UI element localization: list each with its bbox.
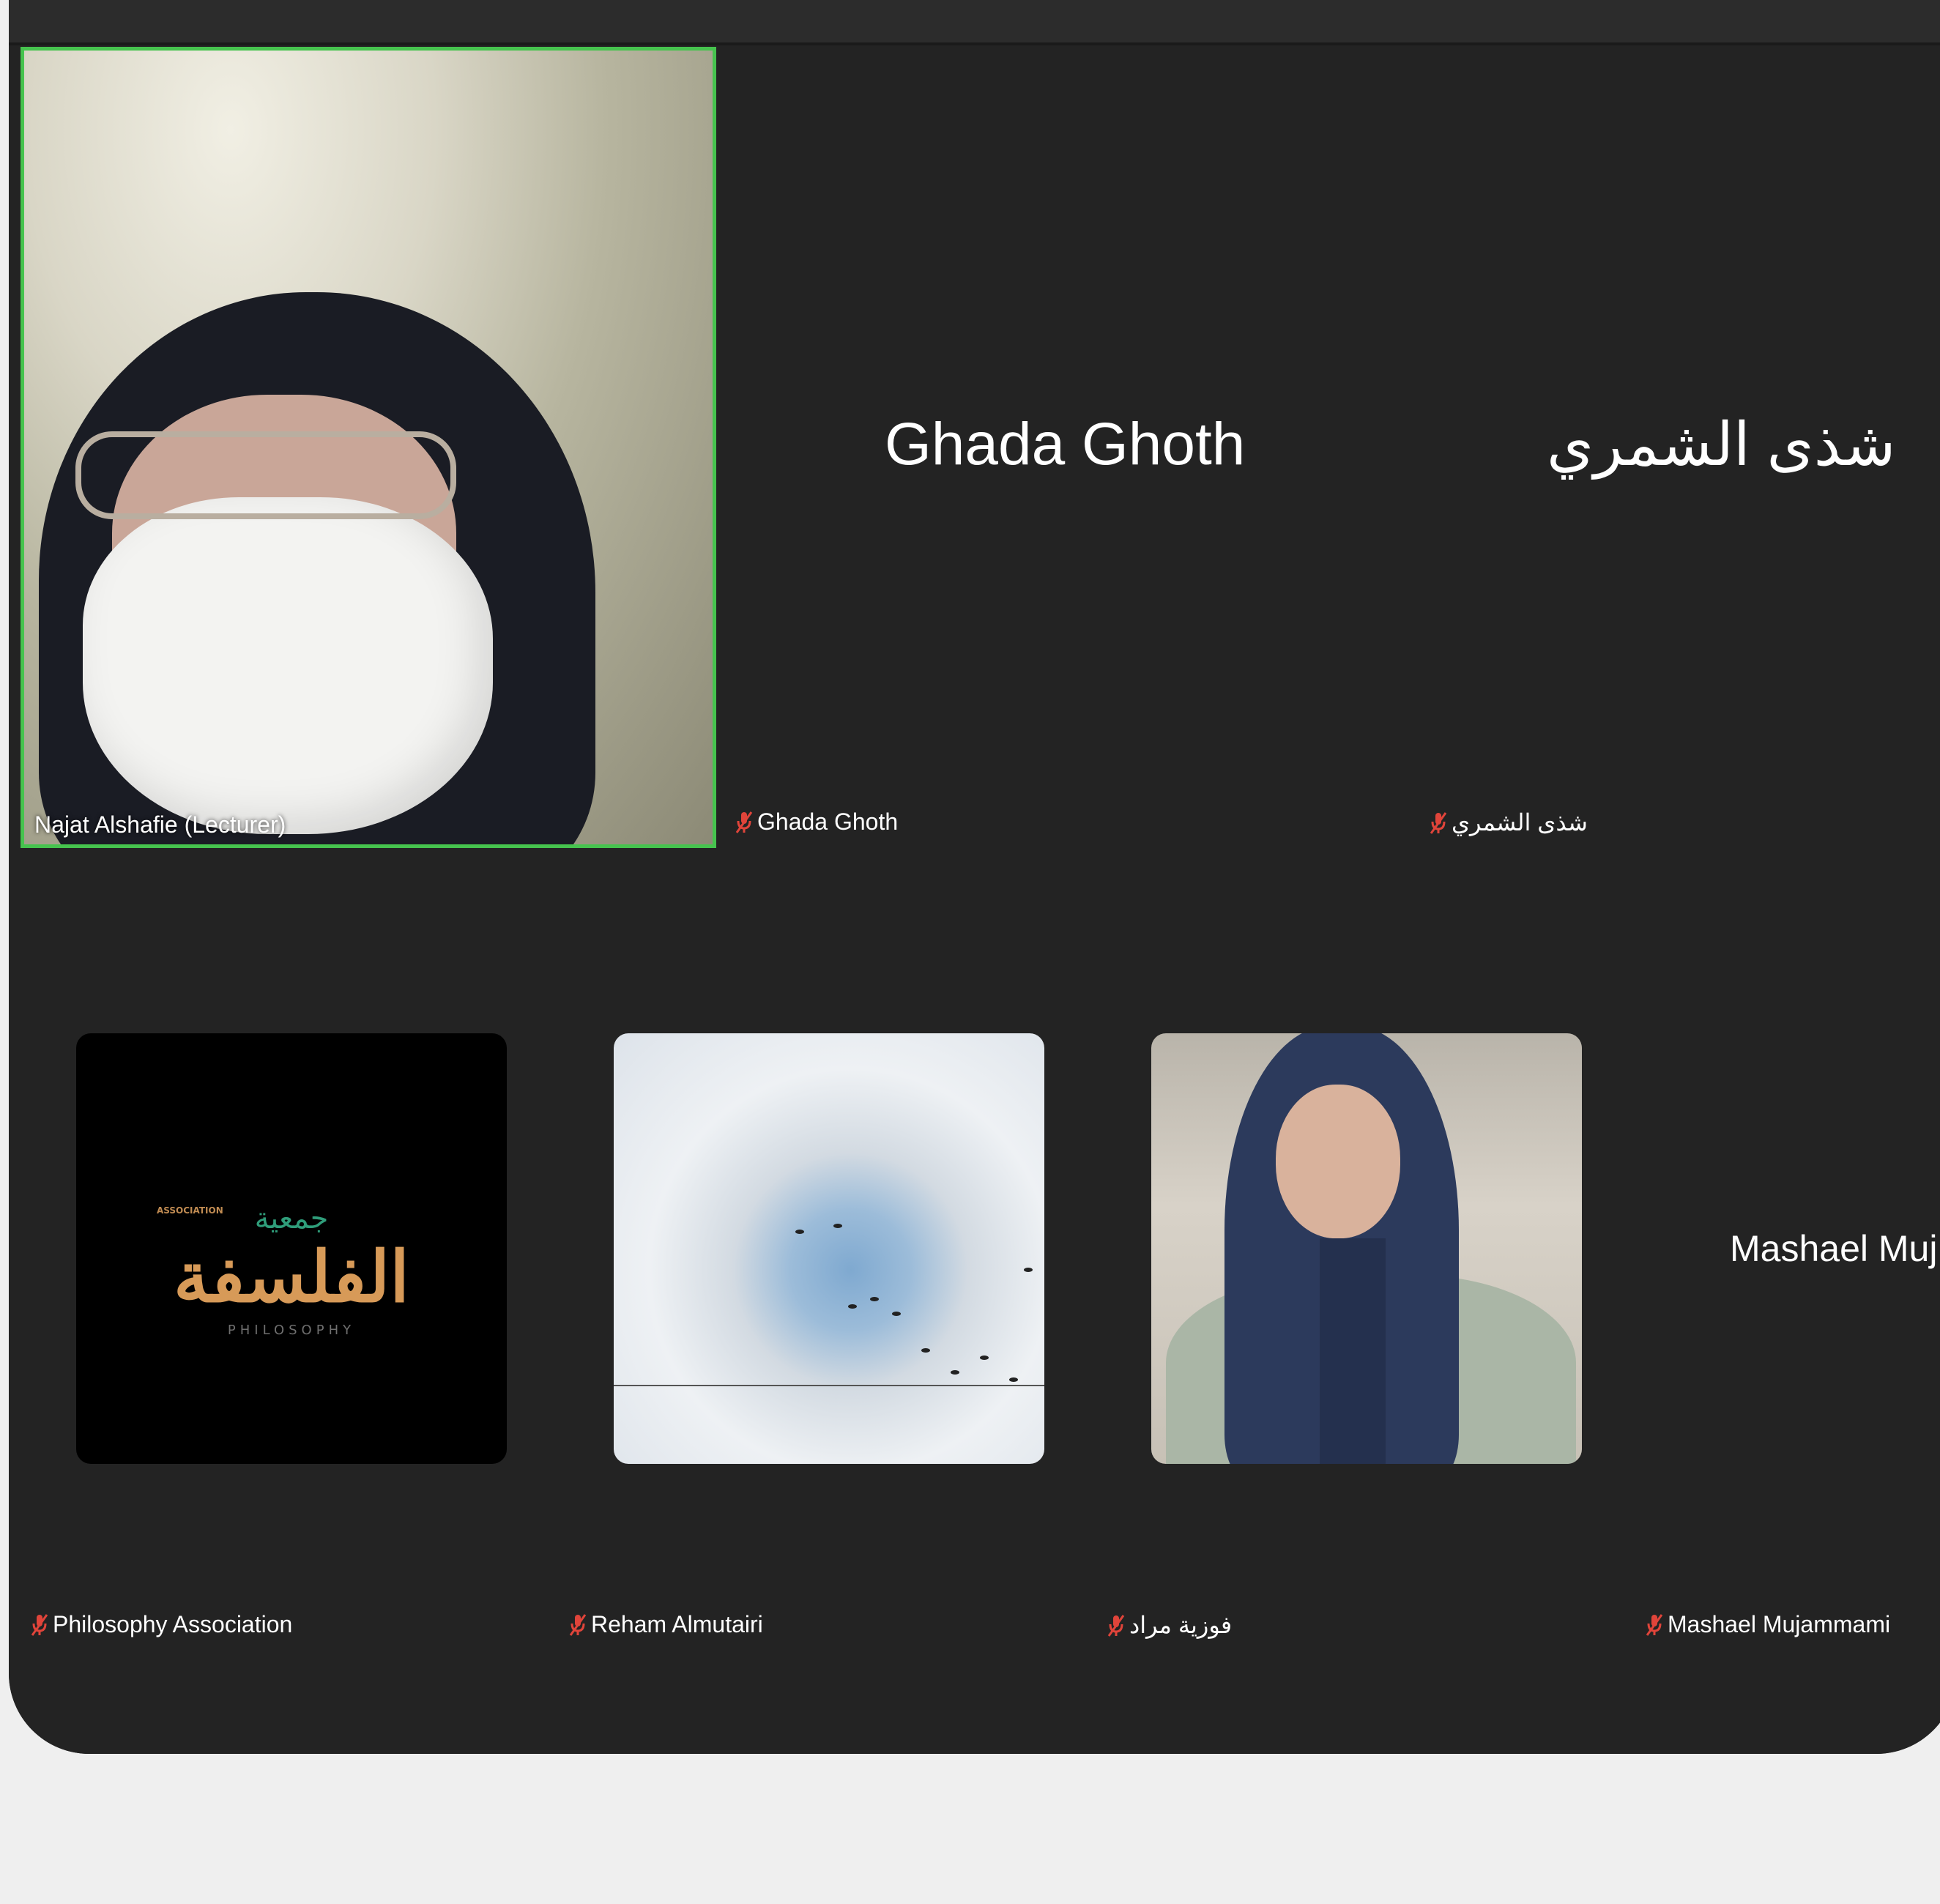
- logo-sub-text: PHILOSOPHY: [227, 1323, 356, 1338]
- bird-shape: [870, 1297, 879, 1301]
- microphone-muted-icon: [1107, 1614, 1125, 1637]
- bird-shape: [921, 1348, 930, 1353]
- participant-display-name: شذى الشمري: [1547, 412, 1896, 478]
- participant-tile-speaker[interactable]: Najat Alshafie (Lecturer): [21, 47, 716, 848]
- meeting-window: Najat Alshafie (Lecturer) Ghada Ghoth Gh…: [9, 0, 1940, 1754]
- participant-name-text: Mashael Mujammami: [1668, 1611, 1891, 1637]
- participant-name-label: Mashael Mujammami: [1646, 1611, 1890, 1638]
- bird-shape: [848, 1304, 857, 1309]
- logo-top-text: جمعية: [254, 1202, 329, 1235]
- microphone-muted-icon: [569, 1613, 587, 1637]
- participant-display-name: Ghada Ghoth: [885, 411, 1246, 477]
- photo-scarf-front: [1320, 1238, 1386, 1464]
- participant-avatar-reham[interactable]: [614, 1033, 1044, 1464]
- participant-name-text: Ghada Ghoth: [757, 808, 899, 835]
- bird-shape: [795, 1230, 804, 1234]
- participant-display-name: Mashael Muj: [1730, 1228, 1938, 1269]
- participant-name-text: Reham Almutairi: [591, 1611, 763, 1637]
- microphone-muted-icon: [1430, 811, 1447, 835]
- microphone-muted-icon: [1646, 1613, 1663, 1637]
- photo-face: [1276, 1085, 1400, 1238]
- power-line: [614, 1385, 1044, 1386]
- participant-name-label: Reham Almutairi: [569, 1611, 763, 1638]
- bird-shape: [1024, 1268, 1033, 1272]
- participant-tile-ghada[interactable]: Ghada Ghoth Ghada Ghoth: [728, 47, 1416, 848]
- bird-shape: [980, 1356, 989, 1360]
- participant-avatar-fawzia[interactable]: [1151, 1033, 1582, 1464]
- participant-name-label: Philosophy Association: [31, 1611, 292, 1638]
- bird-shape: [1009, 1377, 1018, 1382]
- participant-name-text: Philosophy Association: [53, 1611, 293, 1637]
- speaker-video-glasses: [75, 431, 456, 519]
- bird-shape: [833, 1224, 842, 1228]
- logo-main-text: الفلسفة: [174, 1235, 409, 1318]
- participant-avatar-philosophy[interactable]: جمعية الفلسفة PHILOSOPHY ASSOCIATION: [76, 1033, 507, 1464]
- bird-shape: [951, 1370, 959, 1375]
- bird-shape: [892, 1312, 901, 1316]
- participant-name-label: شذى الشمري: [1430, 808, 1588, 836]
- philosophy-logo: جمعية الفلسفة PHILOSOPHY: [76, 1202, 507, 1338]
- logo-left-text: ASSOCIATION: [157, 1205, 223, 1216]
- participant-name-label: فوزية مراد: [1107, 1611, 1232, 1639]
- participant-name-text: فوزية مراد: [1129, 1612, 1233, 1638]
- participant-tile-shatha[interactable]: شذى الشمري شذى الشمري: [1422, 47, 1940, 848]
- speaker-video-mask: [83, 497, 493, 834]
- top-bar: [9, 0, 1940, 45]
- bottom-strip: [9, 1648, 1940, 1754]
- participant-name-text: شذى الشمري: [1452, 809, 1588, 836]
- participant-name-label: Ghada Ghoth: [735, 808, 898, 836]
- participant-name: Najat Alshafie (Lecturer): [34, 811, 286, 838]
- microphone-muted-icon: [31, 1613, 48, 1637]
- microphone-muted-icon: [735, 811, 753, 834]
